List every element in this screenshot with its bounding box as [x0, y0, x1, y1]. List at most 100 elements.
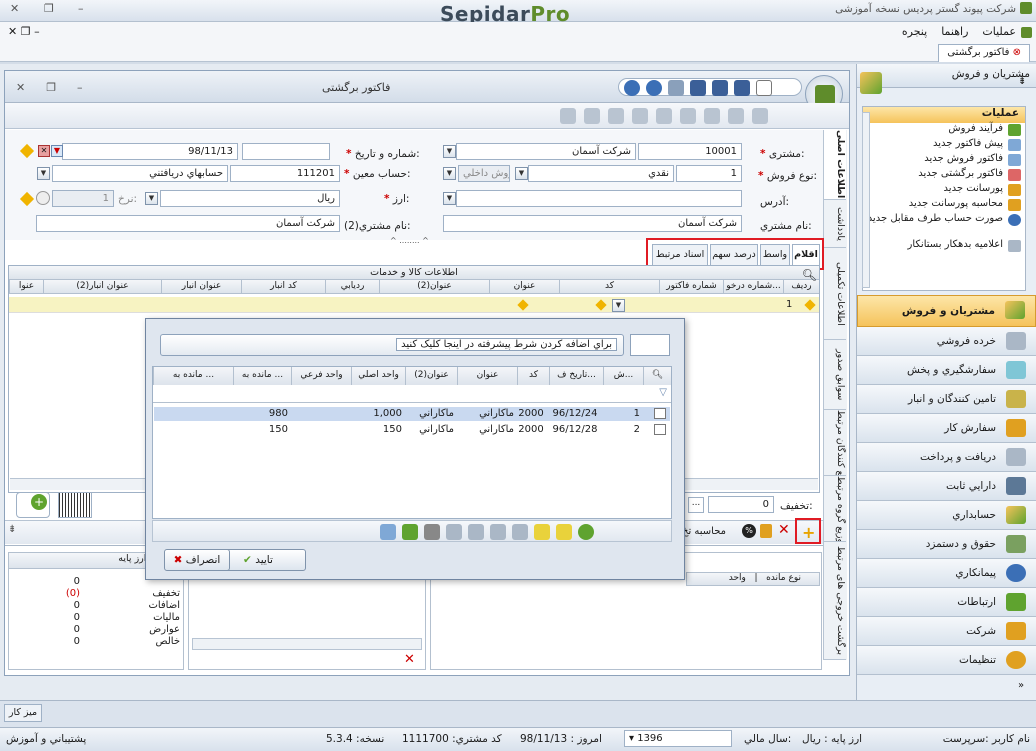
filter-green-icon[interactable] — [556, 524, 572, 540]
tab-related-docs[interactable]: اسناد مرتبط — [652, 244, 708, 266]
row-checkbox[interactable] — [654, 424, 666, 435]
address-field[interactable] — [456, 190, 742, 207]
menu-help[interactable]: راهنما — [941, 25, 968, 38]
minimize-icon[interactable]: – — [78, 2, 84, 15]
col-title[interactable]: عنوان — [489, 280, 559, 294]
dcol-title2[interactable]: عنوان(2) — [405, 367, 457, 385]
middle-hscrollbar[interactable] — [192, 638, 422, 650]
account-dropdown[interactable]: ▼ — [37, 167, 50, 180]
sidebar-expand-icon[interactable]: » — [1018, 680, 1024, 691]
op-calc-commission[interactable]: محاسبه پورسانت جدید — [863, 198, 1025, 213]
sale-type-dropdown[interactable]: ▼ — [515, 167, 528, 180]
nav-contracting[interactable]: پيمانکاري — [857, 559, 1036, 588]
lock-icon[interactable] — [760, 524, 772, 538]
prev-record-icon[interactable] — [632, 108, 648, 124]
export-excel-icon[interactable] — [402, 524, 418, 540]
address-dropdown[interactable]: ▼ — [443, 192, 456, 205]
col-unit[interactable]: واحد — [729, 573, 746, 583]
customer-name-field[interactable]: شرکت آسمان — [456, 143, 636, 160]
grid-search-icon[interactable]: 🔍︎ — [802, 268, 817, 282]
delete-row-icon[interactable]: ✕ — [778, 522, 790, 538]
cancel-button[interactable]: ✖ انصراف — [164, 549, 230, 571]
tab-intermediary[interactable]: واسط — [760, 244, 790, 266]
vtab-extra-info[interactable]: اطلاعات تکمیلی — [824, 248, 846, 340]
customer-name-display[interactable]: شرکت آسمان — [443, 215, 742, 232]
col-tracking[interactable]: رديابي — [325, 280, 379, 294]
doc-tab-return-invoice[interactable]: فاکتور برگشتی ⊗ — [938, 44, 1030, 62]
save-icon[interactable] — [690, 80, 706, 96]
sale-type-name-field[interactable]: نقدي — [528, 165, 674, 182]
tab-share-percent[interactable]: درصد سهم — [710, 244, 758, 266]
invoice-date-field[interactable]: 98/11/13 — [62, 143, 238, 160]
dcol-remain1[interactable]: مانده به ... — [233, 367, 291, 385]
attach-icon[interactable] — [560, 108, 576, 124]
nav-work-order[interactable]: سفارش کار — [857, 414, 1036, 443]
dialog-refresh-icon[interactable] — [578, 524, 594, 540]
dcol-search[interactable]: 🔍︎ — [643, 367, 671, 385]
tab-items[interactable]: اقلام — [792, 244, 820, 266]
col-row[interactable]: رديف — [783, 280, 819, 294]
group-icon[interactable] — [512, 524, 528, 540]
table-row[interactable] — [9, 297, 819, 313]
vtab-history[interactable]: سوابق صدور — [824, 340, 846, 410]
dcol-invoice-date[interactable]: تاريخ ف... — [549, 367, 603, 385]
middle-delete-icon[interactable]: ✕ — [404, 652, 415, 667]
filter-side-box[interactable] — [630, 334, 670, 356]
account-name-field[interactable]: حسابهاي دريافتني — [52, 165, 228, 182]
toolbar-grip-icon[interactable]: ⇟ — [8, 524, 16, 535]
sale-type-code-field[interactable]: 1 — [676, 165, 742, 182]
dcol-code[interactable]: کد — [517, 367, 549, 385]
dcol-sub-unit[interactable]: واحد فرعي — [291, 367, 351, 385]
new-document-icon[interactable] — [756, 80, 772, 96]
info-icon[interactable] — [646, 80, 662, 96]
close-tab-icon[interactable]: ⊗ — [1013, 47, 1021, 58]
discount-more-button[interactable]: ... — [688, 497, 704, 513]
fiscal-year-select[interactable]: ▾ 1396 — [624, 730, 732, 747]
dcol-remain2[interactable]: مانده به ... — [153, 367, 233, 385]
pin-icon[interactable]: ⇟ — [1018, 76, 1026, 87]
col-invoice-no[interactable]: شماره فاکتور — [659, 280, 723, 294]
row-code-dropdown[interactable]: ▼ — [612, 299, 625, 312]
nav-receive-pay[interactable]: دريافت و پرداخت — [857, 443, 1036, 472]
col-warehouse-title[interactable]: عنوان انبار — [161, 280, 241, 294]
sale-kind-dropdown[interactable]: ▼ — [443, 167, 456, 180]
mdi-controls[interactable]: ✕ ❐ – — [8, 25, 40, 38]
col-title-extra[interactable]: عنوا — [9, 280, 43, 294]
col-warehouse-code[interactable]: کد انبار — [241, 280, 325, 294]
refresh-icon[interactable] — [704, 108, 720, 124]
op-new-invoice[interactable]: فاکتور فروش جدید — [863, 153, 1025, 168]
help-icon[interactable] — [624, 80, 640, 96]
collapse-handle[interactable]: ^ ........ ^ — [390, 236, 429, 245]
barcode-icon[interactable] — [58, 492, 92, 518]
save-new-icon[interactable] — [734, 80, 750, 96]
filter-icon[interactable]: ▼ — [51, 145, 63, 157]
window-controls[interactable]: ✕ ❐ – — [16, 81, 83, 94]
col-code[interactable]: کد — [559, 280, 659, 294]
close-icon[interactable]: ✕ — [10, 2, 19, 15]
vtab-return-outputs[interactable]: برگشت خروجی های مرتبط — [824, 542, 846, 660]
col-balance-type[interactable]: نوع مانده — [766, 573, 801, 583]
discount-field[interactable]: 0 — [708, 496, 774, 513]
op-debit-credit-note[interactable]: اعلامیه بدهکار بستانکار — [863, 239, 1025, 254]
nav-company[interactable]: شرکت — [857, 617, 1036, 646]
selection-filter-row[interactable]: ▽ — [153, 385, 671, 403]
fit-width-icon[interactable] — [468, 524, 484, 540]
nav-payroll[interactable]: حقوق و دستمزد — [857, 530, 1036, 559]
op-new-statement[interactable]: صورت حساب طرف مقابل جدید — [863, 213, 1025, 239]
grid-settings-icon[interactable] — [380, 524, 396, 540]
restore-icon[interactable]: ❐ — [44, 2, 54, 15]
currency-field[interactable]: ريال — [160, 190, 340, 207]
vtab-distributors[interactable]: توزیع کنندگان مرتبط — [824, 410, 846, 476]
dcol-number[interactable]: ش... — [603, 367, 643, 385]
columns-icon[interactable] — [446, 524, 462, 540]
next-record-icon[interactable] — [656, 108, 672, 124]
currency-dropdown[interactable]: ▼ — [145, 192, 158, 205]
delete-record-icon[interactable] — [728, 108, 744, 124]
new-record-icon[interactable] — [752, 108, 768, 124]
operations-scrollbar[interactable] — [862, 112, 870, 288]
dialog-print-icon[interactable] — [424, 524, 440, 540]
nav-accounting[interactable]: حسابداري — [857, 501, 1036, 530]
nav-customers-sales[interactable]: مشتریان و فروش — [857, 295, 1036, 327]
filter-yellow-icon[interactable] — [534, 524, 550, 540]
percent-icon[interactable]: % — [742, 524, 756, 538]
